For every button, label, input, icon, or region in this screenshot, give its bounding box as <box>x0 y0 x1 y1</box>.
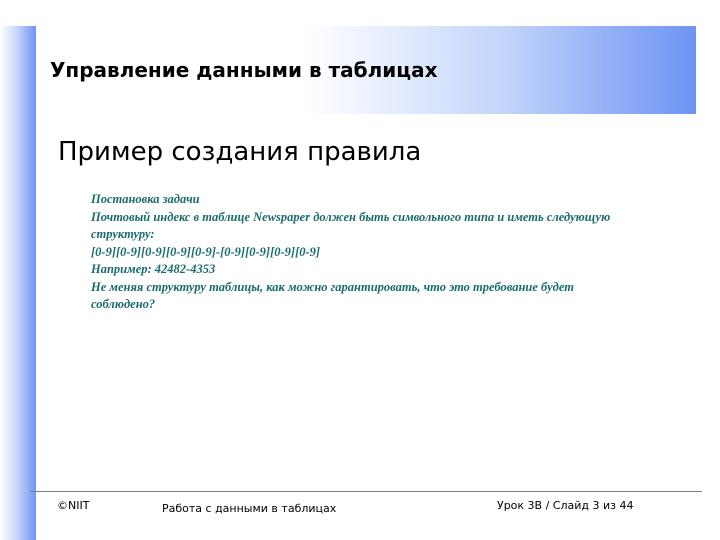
question-line: соблюдено? <box>91 297 156 311</box>
footer-divider <box>30 491 470 492</box>
slide-subtitle: Пример создания правила <box>58 137 422 167</box>
footer-divider <box>470 491 702 492</box>
question-line: Не меняя структуру таблицы, как можно га… <box>91 279 574 294</box>
left-gradient-bar <box>0 26 36 540</box>
body-line: Почтовый индекс в таблице Newspaper долж… <box>91 209 611 224</box>
body-text: Постановка задачи Почтовый индекс в табл… <box>91 191 691 314</box>
pattern-line: [0-9][0-9][0-9][0-9][0-9]-[0-9][0-9][0-9… <box>91 244 321 259</box>
body-line: структуру: <box>91 227 155 241</box>
example-line: Например: 42482-4353 <box>91 262 216 276</box>
footer-slide-number: Урок 3В / Слайд 3 из 44 <box>497 499 634 512</box>
footer-course-title: Работа с данными в таблицах <box>162 502 337 515</box>
footer-copyright: ©NIIT <box>57 499 90 512</box>
task-heading: Постановка задачи <box>91 192 200 206</box>
slide-title: Управление данными в таблицах <box>50 58 438 82</box>
